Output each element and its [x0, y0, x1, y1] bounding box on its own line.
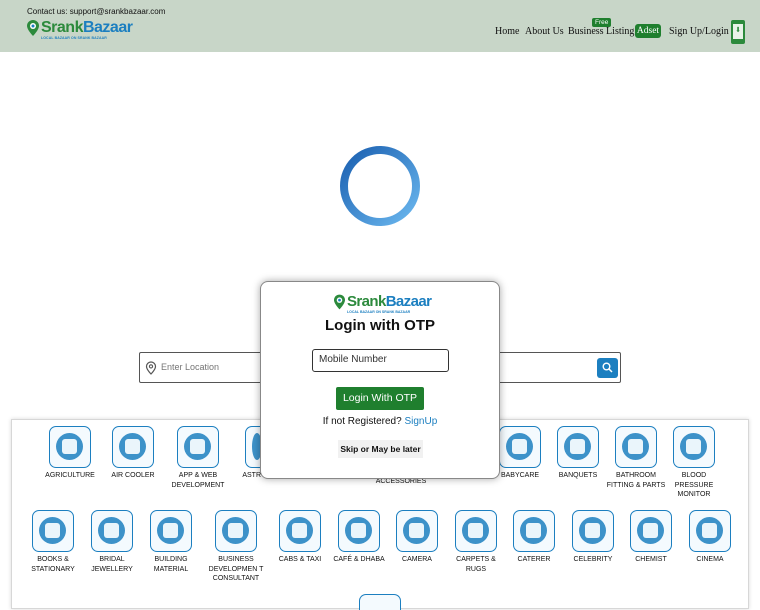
- category-cabs-taxi[interactable]: CABS & TAXI: [270, 510, 330, 565]
- mobile-number-input[interactable]: Mobile Number: [312, 349, 449, 372]
- building-material-icon: [150, 510, 192, 552]
- login-with-otp-button[interactable]: Login With OTP: [336, 387, 424, 410]
- login-otp-modal: SrankBazaar LOCAL BAZAAR ON SRANK BAZAAR…: [260, 281, 500, 479]
- agriculture-icon: [49, 426, 91, 468]
- category-air-cooler[interactable]: AIR COOLER: [103, 426, 163, 481]
- books-icon: [32, 510, 74, 552]
- category-chemist[interactable]: CHEMIST: [621, 510, 681, 565]
- logo-tagline: LOCAL BAZAAR ON SRANK BAZAAR: [41, 36, 107, 40]
- logo-pin-icon: [334, 294, 345, 310]
- modal-logo: SrankBazaar LOCAL BAZAAR ON SRANK BAZAAR: [334, 293, 432, 314]
- air-cooler-icon: [112, 426, 154, 468]
- babycare-icon: [499, 426, 541, 468]
- category-bridal-jewellery[interactable]: BRIDAL JEWELLERY: [82, 510, 142, 574]
- chemist-icon: [630, 510, 672, 552]
- category-blood-pressure-monitor[interactable]: BLOOD PRESSURE MONITOR: [664, 426, 724, 500]
- category-carpets-rugs[interactable]: CARPETS & RUGS: [446, 510, 506, 574]
- download-app-icon[interactable]: ⬇: [731, 20, 745, 44]
- location-input[interactable]: [161, 362, 261, 372]
- banquets-icon: [557, 426, 599, 468]
- caterer-icon: [513, 510, 555, 552]
- category-celebrity[interactable]: CELEBRITY: [563, 510, 623, 565]
- search-button[interactable]: [597, 358, 618, 378]
- category-astrology[interactable]: ASTR: [225, 426, 262, 481]
- business-consultant-icon: [215, 510, 257, 552]
- free-badge: Free: [592, 18, 612, 27]
- signup-link[interactable]: SignUp: [404, 416, 437, 427]
- cinema-icon: [689, 510, 731, 552]
- category-app-web-development[interactable]: APP & WEB DEVELOPMENT: [168, 426, 228, 490]
- blood-pressure-monitor-icon: [673, 426, 715, 468]
- modal-logo-tagline: LOCAL BAZAAR ON SRANK BAZAAR: [347, 310, 411, 314]
- carpet-icon: [455, 510, 497, 552]
- category-caterer[interactable]: CATERER: [504, 510, 564, 565]
- category-banquets[interactable]: BANQUETS: [548, 426, 608, 481]
- site-header: Contact us: support@srankbazaar.com Sran…: [0, 0, 760, 52]
- nav-signup-login[interactable]: Sign Up/Login: [669, 26, 729, 37]
- celebrity-icon: [572, 510, 614, 552]
- app-web-development-icon: [177, 426, 219, 468]
- modal-title: Login with OTP: [325, 317, 435, 334]
- nav-about-us[interactable]: About Us: [525, 26, 564, 37]
- taxi-icon: [279, 510, 321, 552]
- search-icon: [602, 362, 613, 373]
- bathroom-fitting-icon: [615, 426, 657, 468]
- loading-spinner: [340, 146, 420, 226]
- logo-text: SrankBazaar: [41, 19, 133, 36]
- camera-icon: [396, 510, 438, 552]
- site-logo[interactable]: SrankBazaar LOCAL BAZAAR ON SRANK BAZAAR: [27, 19, 133, 41]
- category-cafe-dhaba[interactable]: CAFÉ & DHABA: [329, 510, 389, 565]
- category-cinema[interactable]: CINEMA: [680, 510, 740, 565]
- logo-pin-icon: [27, 20, 39, 36]
- cafe-icon: [338, 510, 380, 552]
- category-building-material[interactable]: BUILDING MATERIAL: [141, 510, 201, 574]
- astrology-icon: [245, 426, 262, 468]
- contact-email[interactable]: Contact us: support@srankbazaar.com: [27, 7, 165, 16]
- nav-adset-button[interactable]: Adset: [635, 24, 661, 38]
- map-pin-icon: [145, 361, 157, 375]
- category-agriculture[interactable]: AGRICULTURE: [40, 426, 100, 481]
- skip-button[interactable]: Skip or May be later: [338, 440, 423, 458]
- bridal-jewellery-icon: [91, 510, 133, 552]
- nav-business-listing[interactable]: Business Listing: [568, 26, 634, 37]
- category-business-development-consultant[interactable]: BUSINESS DEVELOPMEN T CONSULTANT: [206, 510, 266, 584]
- not-registered-text: If not Registered? SignUp: [322, 416, 438, 427]
- nav-home[interactable]: Home: [495, 26, 519, 37]
- category-bathroom-fitting[interactable]: BATHROOM FITTING & PARTS: [606, 426, 666, 490]
- category-books-stationary[interactable]: BOOKS & STATIONARY: [23, 510, 83, 574]
- category-partial-icon[interactable]: [359, 594, 401, 610]
- modal-logo-text: SrankBazaar: [347, 293, 432, 310]
- category-camera[interactable]: CAMERA: [387, 510, 447, 565]
